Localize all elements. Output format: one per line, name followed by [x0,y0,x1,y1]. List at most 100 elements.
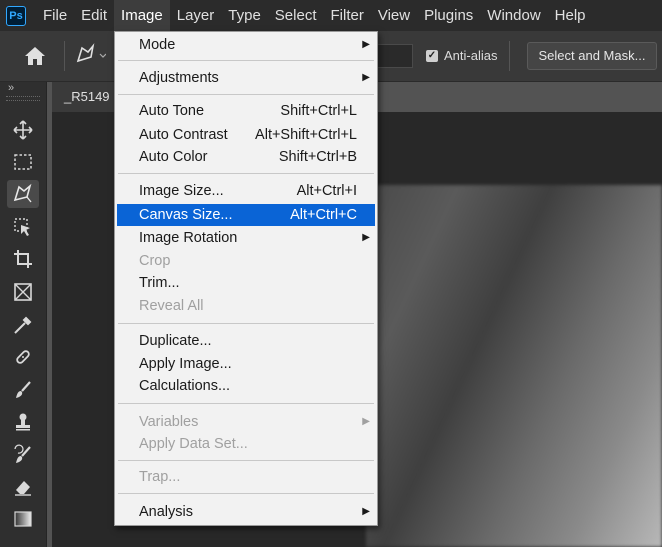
clone-stamp-tool[interactable] [7,408,39,436]
menu-item-shortcut: Shift+Ctrl+L [280,103,357,119]
menu-item-label: Auto Contrast [139,127,228,143]
menu-item-image-rotation[interactable]: Image Rotation ▶ [117,227,375,249]
menu-item-label: Image Size... [139,183,224,199]
submenu-arrow-icon: ▶ [362,416,370,427]
submenu-arrow-icon: ▶ [362,232,370,243]
menu-item-label: Calculations... [139,378,231,394]
menu-help[interactable]: Help [548,0,593,31]
menu-item-label: Image Rotation [139,230,238,246]
tool-preset-picker[interactable] [74,43,107,69]
menu-filter[interactable]: Filter [324,0,371,31]
menu-item-calculations[interactable]: Calculations... [117,375,375,397]
marquee-icon [14,154,32,170]
object-select-icon [14,218,30,236]
menu-item-trap[interactable]: Trap... [117,466,375,488]
collapse-panel-button[interactable]: » [8,82,14,94]
menu-item-label: Auto Tone [139,103,205,119]
menu-item-auto-color[interactable]: Auto Color Shift+Ctrl+B [117,146,375,168]
eraser-icon [15,481,31,496]
menu-edit[interactable]: Edit [74,0,114,31]
menu-window[interactable]: Window [480,0,547,31]
submenu-arrow-icon: ▶ [362,39,370,50]
history-brush-tool[interactable] [7,441,39,469]
feather-input[interactable] [372,44,413,68]
history-brush-icon [14,444,31,463]
menu-item-adjustments[interactable]: Adjustments ▶ [117,67,375,89]
menu-layer[interactable]: Layer [170,0,222,31]
crop-tool[interactable] [7,245,39,273]
polygonal-lasso-icon [13,183,32,203]
menu-bar: Ps File Edit Image Layer Type Select Fil… [0,0,662,31]
menu-item-label: Apply Image... [139,356,232,372]
menu-separator [118,60,374,61]
tools-panel: » [0,82,47,547]
menu-item-mode[interactable]: Mode ▶ [117,34,375,56]
menu-item-shortcut: Alt+Ctrl+I [296,183,357,199]
menu-item-shortcut: Alt+Ctrl+C [290,207,357,223]
divider [509,41,510,71]
clone-stamp-icon [16,413,30,431]
menu-item-analysis[interactable]: Analysis ▶ [117,501,375,523]
menu-file[interactable]: File [36,0,74,31]
eraser-tool[interactable] [7,473,39,501]
eyedropper-tool[interactable] [7,311,39,339]
menu-image[interactable]: Image [114,0,170,31]
select-and-mask-button[interactable]: Select and Mask... [527,42,657,70]
menu-separator [118,460,374,461]
menu-separator [118,323,374,324]
menu-item-label: Variables [139,414,199,430]
menu-item-label: Canvas Size... [139,207,233,223]
polygonal-lasso-icon [76,43,107,63]
anti-alias-checkbox[interactable]: ✓ [426,50,438,62]
menu-type[interactable]: Type [221,0,268,31]
move-tool[interactable] [7,116,39,144]
menu-view[interactable]: View [371,0,417,31]
menu-item-duplicate[interactable]: Duplicate... [117,330,375,352]
menu-item-shortcut: Shift+Ctrl+B [278,149,357,165]
menu-item-canvas-size[interactable]: Canvas Size... Alt+Ctrl+C [117,204,375,226]
menu-select[interactable]: Select [268,0,324,31]
brush-tool[interactable] [7,376,39,404]
menu-item-shortcut: Alt+Shift+Ctrl+L [255,127,357,143]
menu-item-variables[interactable]: Variables ▶ [117,411,375,433]
menu-item-label: Mode [139,37,176,53]
menu-item-label: Trim... [139,275,180,291]
frame-tool[interactable] [7,278,39,306]
menu-item-image-size[interactable]: Image Size... Alt+Ctrl+I [117,180,375,202]
menu-separator [118,94,374,95]
menu-separator [118,493,374,494]
submenu-arrow-icon: ▶ [362,506,370,517]
menu-item-trim[interactable]: Trim... [117,272,375,294]
menu-item-label: Trap... [139,469,181,485]
object-select-tool[interactable] [7,213,39,241]
home-icon[interactable] [22,43,48,69]
menu-item-label: Adjustments [139,70,219,86]
anti-alias-label: Anti-alias [444,48,498,63]
menu-item-crop[interactable]: Crop [117,250,375,272]
gradient-tool[interactable] [7,505,39,533]
menu-item-label: Auto Color [139,149,208,165]
menu-item-auto-contrast[interactable]: Auto Contrast Alt+Shift+Ctrl+L [117,124,375,146]
document-tab[interactable]: _R5149 [52,82,122,112]
submenu-arrow-icon: ▶ [362,72,370,83]
menu-item-label: Duplicate... [139,333,212,349]
healing-brush-icon [16,350,30,364]
menu-separator [118,403,374,404]
divider [64,41,65,71]
menu-item-apply-image[interactable]: Apply Image... [117,353,375,375]
panel-grip[interactable] [6,96,40,101]
marquee-tool[interactable] [7,148,39,176]
frame-icon [14,283,32,301]
menu-item-label: Reveal All [139,298,204,314]
polygonal-lasso-tool[interactable] [7,180,39,208]
menu-separator [118,173,374,174]
menu-item-apply-data-set[interactable]: Apply Data Set... [117,433,375,455]
crop-icon [14,250,32,268]
menu-item-auto-tone[interactable]: Auto Tone Shift+Ctrl+L [117,100,375,122]
menu-plugins[interactable]: Plugins [417,0,480,31]
healing-brush-tool[interactable] [7,343,39,371]
menu-item-reveal-all[interactable]: Reveal All [117,295,375,317]
menu-item-label: Crop [139,253,171,269]
move-icon [13,120,33,140]
gradient-icon [14,511,32,527]
